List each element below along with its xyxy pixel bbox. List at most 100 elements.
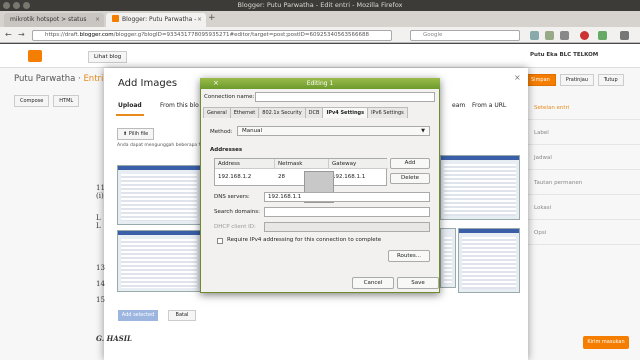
tab-ethernet[interactable]: Ethernet (229, 107, 260, 118)
search-input[interactable]: Google (410, 30, 520, 41)
url-path: /blogger.g?blogID=933431778095935271#edi… (113, 32, 369, 38)
forward-arrow-icon[interactable]: → (18, 30, 25, 39)
tab-label: mikrotik hotspot > status (10, 16, 87, 23)
method-value: Manual (242, 128, 262, 134)
upload-hint: Anda dapat mengunggah beberapa fi (117, 143, 202, 148)
close-dialog-icon[interactable]: × (514, 73, 521, 82)
column-header-address[interactable]: Address (215, 159, 275, 169)
url-bar[interactable]: https://draft.blogger.com/blogger.g?blog… (32, 30, 392, 41)
entry-label: Entri (83, 74, 104, 84)
netmask-cell[interactable]: 28 (275, 172, 285, 182)
cancel-button[interactable]: Batal (168, 310, 196, 321)
close-tab-icon[interactable]: × (95, 13, 100, 27)
save-button[interactable]: Save (397, 277, 439, 289)
add-images-title: Add Images (118, 78, 178, 89)
window-title: Blogger: Putu Parwatha - Edit entri - Mo… (237, 1, 403, 9)
close-button[interactable]: Tutup (597, 74, 624, 86)
address-cell[interactable]: 192.168.1.2 (215, 172, 251, 182)
window-controls[interactable] (3, 2, 30, 9)
home-icon[interactable] (560, 31, 569, 40)
dhcp-client-id-input (264, 222, 430, 232)
delete-address-button[interactable]: Delete (390, 173, 430, 184)
tab-from-url[interactable]: From a URL (472, 102, 506, 109)
bookmark-icon[interactable] (530, 31, 539, 40)
tab-8021x-security[interactable]: 802.1x Security (258, 107, 306, 118)
method-select[interactable]: Manual ▼ (237, 126, 430, 136)
adblock-icon[interactable] (580, 31, 589, 40)
search-domains-label: Search domains: (214, 209, 260, 215)
add-address-button[interactable]: Add (390, 158, 430, 169)
close-tab-icon[interactable]: × (197, 13, 202, 27)
tab-bar: mikrotik hotspot > status × Blogger: Put… (0, 11, 640, 27)
search-placeholder: Google (423, 32, 443, 38)
image-thumbnail[interactable] (117, 230, 201, 292)
browser-tab-mikrotik[interactable]: mikrotik hotspot > status × (4, 13, 104, 27)
require-ipv4-checkbox[interactable] (217, 238, 223, 244)
doc-number: 13 (96, 264, 105, 272)
sidebar-item-location[interactable]: Lokasi (528, 195, 640, 220)
blogger-logo-icon[interactable] (28, 50, 42, 62)
sidebar-item-schedule[interactable]: Jadwal (528, 145, 640, 170)
dns-servers-input[interactable]: 192.168.1.1 (264, 192, 430, 202)
add-selected-button[interactable]: Add selected (118, 310, 158, 321)
doc-number: 15 (96, 296, 105, 304)
blogger-favicon-icon (112, 15, 119, 22)
compose-button[interactable]: Compose (14, 95, 50, 107)
url-prefix: https://draft. (45, 32, 80, 38)
send-feedback-button[interactable]: Kirim masukan (583, 336, 629, 349)
sidebar-item-labels[interactable]: Label (528, 120, 640, 145)
preview-button[interactable]: Pratinjau (559, 74, 594, 86)
addon-icon[interactable] (598, 31, 607, 40)
sidebar-item-permalink[interactable]: Tautan permanen (528, 170, 640, 195)
close-icon[interactable]: × (213, 79, 219, 87)
page-title: Putu Parwatha · Entri (14, 74, 103, 84)
downloads-icon[interactable] (545, 31, 554, 40)
new-tab-icon[interactable]: + (208, 13, 216, 23)
cancel-button[interactable]: Cancel (352, 277, 394, 289)
back-arrow-icon[interactable]: ← (5, 30, 12, 39)
user-name[interactable]: Putu Eka BLC TELKOM (530, 52, 598, 58)
search-domains-input[interactable] (264, 207, 430, 217)
routes-button[interactable]: Routes... (388, 250, 430, 262)
tab-general[interactable]: General (203, 107, 231, 118)
image-thumbnail[interactable] (458, 228, 520, 293)
require-ipv4-label[interactable]: Require IPv4 addressing for this connect… (227, 237, 381, 243)
sidebar-item-options[interactable]: Opsi (528, 220, 640, 245)
html-button[interactable]: HTML (53, 95, 80, 107)
image-thumbnail[interactable] (440, 155, 520, 220)
method-label: Method: (210, 129, 233, 135)
chevron-down-icon: ▼ (421, 128, 425, 134)
image-thumbnail[interactable] (440, 228, 456, 288)
browser-tab-blogger[interactable]: Blogger: Putu Parwatha - × (106, 13, 206, 27)
doc-number: (i) (96, 192, 104, 200)
window-titlebar: Blogger: Putu Parwatha - Edit entri - Mo… (0, 0, 640, 11)
close-window-icon[interactable] (3, 2, 10, 9)
tab-ipv6-settings[interactable]: IPv6 Settings (367, 107, 408, 118)
editor-mode-buttons: Compose HTML (14, 95, 81, 107)
tab-upload[interactable]: Upload (118, 102, 142, 109)
tab-ipv4-settings[interactable]: IPv4 Settings (322, 107, 369, 118)
minimize-window-icon[interactable] (13, 2, 20, 9)
column-header-netmask[interactable]: Netmask (275, 159, 329, 169)
doc-heading: G. HASIL (96, 334, 132, 343)
publish-button[interactable]: Simpan (525, 74, 556, 86)
view-blog-button[interactable]: Lihat blog (88, 51, 128, 63)
choose-files-button[interactable]: ⬆ Pilih file (117, 128, 155, 140)
tab-webcam[interactable]: eam (452, 102, 465, 109)
connection-name-input[interactable] (255, 92, 435, 102)
tab-from-blog[interactable]: From this blo (160, 102, 199, 109)
connection-name-label: Connection name: (204, 94, 255, 100)
choose-files-label: Pilih file (128, 131, 149, 137)
dhcp-client-id-label: DHCP client ID: (214, 224, 256, 230)
gateway-cell[interactable]: 192.168.1.1 (329, 172, 365, 182)
dns-servers-label: DNS servers: (214, 194, 250, 200)
image-thumbnail[interactable] (117, 165, 201, 225)
tab-dcb[interactable]: DCB (304, 107, 324, 118)
column-header-gateway[interactable]: Gateway (329, 159, 388, 169)
document-background-text: 11 (i) L L 13 14 15 (96, 180, 116, 308)
sidebar-item-settings[interactable]: Setelan entri (528, 95, 640, 120)
connection-tabs: General Ethernet 802.1x Security DCB IPv… (203, 107, 408, 118)
doc-number: 14 (96, 280, 105, 288)
menu-icon[interactable] (620, 31, 629, 40)
maximize-window-icon[interactable] (23, 2, 30, 9)
